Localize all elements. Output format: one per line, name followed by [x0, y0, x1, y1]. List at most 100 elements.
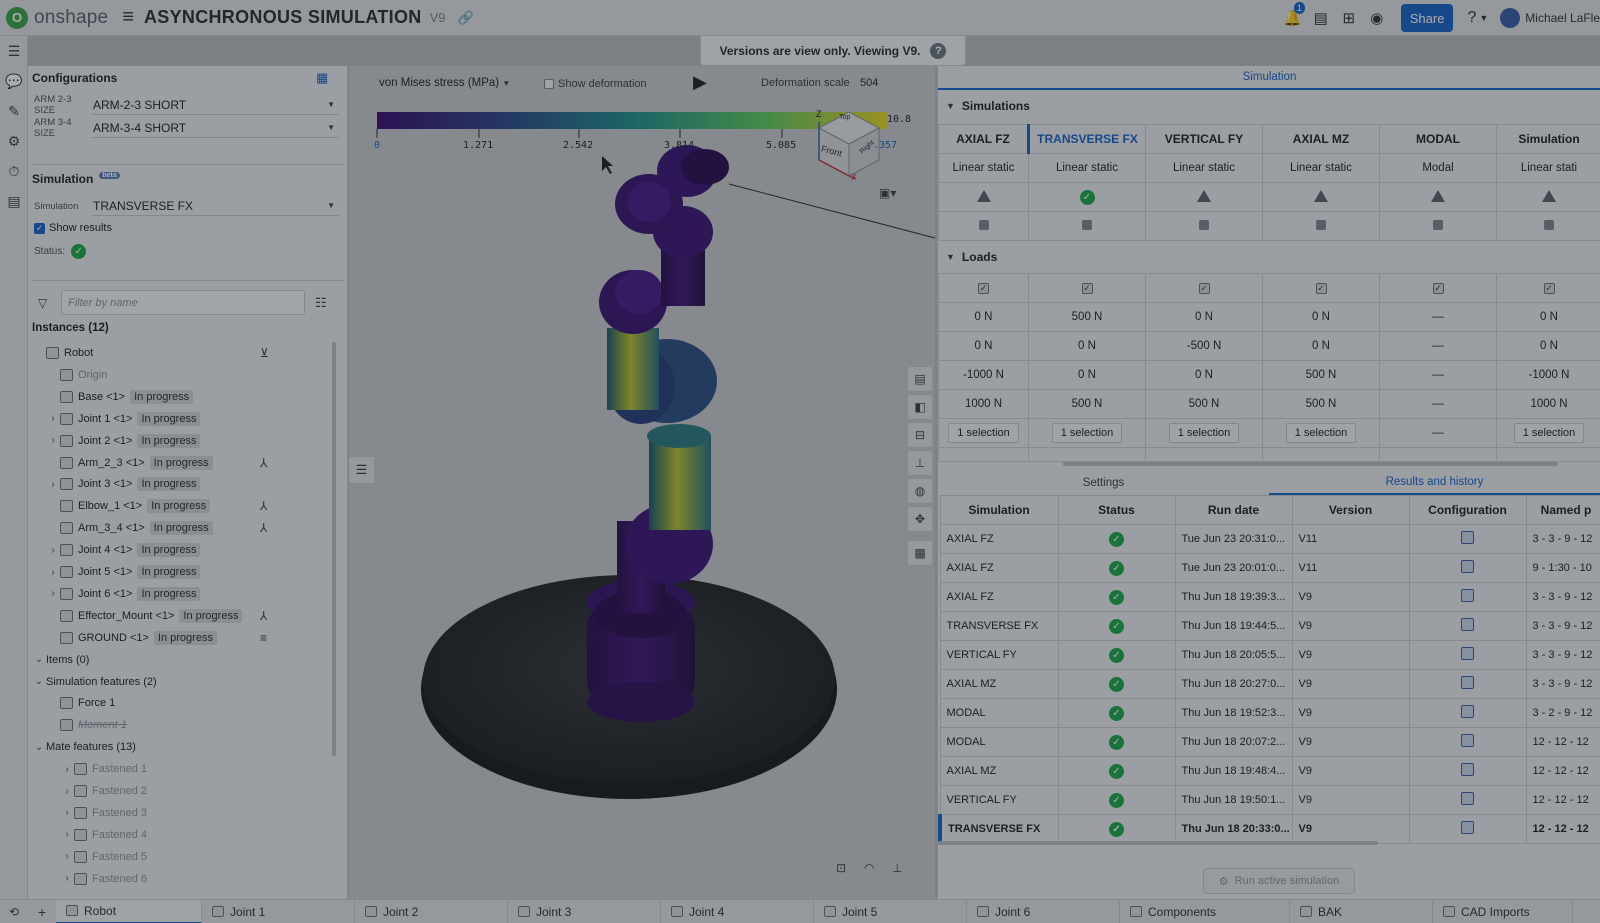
tree-row[interactable]: Robot ⊻ [28, 342, 328, 364]
version-history-icon[interactable]: ⟲ [0, 905, 28, 919]
app-store-icon[interactable]: ⊞ [1335, 9, 1363, 27]
load-enable-cell[interactable]: ✓ [938, 273, 1029, 303]
chevron-right-icon[interactable]: › [60, 786, 74, 797]
load-value-cell[interactable]: -1000 N [938, 360, 1029, 390]
tree-row[interactable]: GROUND <1> In progress ≡ [28, 627, 328, 649]
load-value-cell[interactable]: — [1379, 302, 1497, 332]
add-tab-icon[interactable]: + [28, 904, 56, 920]
document-version[interactable]: V9 [430, 10, 446, 25]
configuration-icon[interactable] [1461, 821, 1474, 834]
table-row[interactable]: MODAL ✓ Thu Jun 18 20:07:2... V9 12 - 12 - 1… [939, 727, 1600, 757]
tree-row[interactable]: ⌄ Mate features (13) [28, 736, 328, 758]
run-toggle-cell[interactable] [1379, 211, 1497, 241]
table-row[interactable]: AXIAL FZ ✓ Tue Jun 23 20:31:0... V11 3 - 3 -… [939, 524, 1600, 554]
load-value-cell[interactable]: — [1379, 389, 1497, 419]
load-value-cell[interactable]: — [1379, 331, 1497, 361]
help-chevron-down-icon[interactable]: ▼ [1479, 13, 1488, 23]
tree-row[interactable]: › Joint 3 <1> In progress [28, 473, 328, 495]
selection-cell[interactable]: 1 selection [1145, 418, 1263, 448]
simulation-column-header[interactable]: VERTICAL FY [1145, 124, 1263, 154]
help-icon[interactable]: ? [1467, 9, 1476, 27]
load-enable-cell[interactable]: ✓ [1496, 273, 1600, 303]
tree-row[interactable]: › Fastened 4 [28, 824, 328, 846]
run-toggle-cell[interactable] [1262, 211, 1380, 241]
units-icon[interactable]: ⊥ [892, 861, 902, 875]
tree-row[interactable]: › Fastened 1 [28, 758, 328, 780]
chevron-down-icon[interactable]: ⌄ [32, 742, 46, 753]
graphics-viewport[interactable]: von Mises stress (MPa) ▼ Show deformatio… [349, 66, 935, 899]
tree-row[interactable]: › Fastened 6 [28, 868, 328, 890]
load-value-cell[interactable]: — [1379, 360, 1497, 390]
tree-row[interactable]: Force 1 [28, 692, 328, 714]
horizontal-scrollbar[interactable] [938, 841, 1378, 845]
load-value-cell[interactable]: 0 N [1145, 360, 1263, 390]
tree-row[interactable]: › Fastened 5 [28, 846, 328, 868]
load-enable-cell[interactable]: ✓ [1145, 273, 1263, 303]
show-results-checkbox[interactable]: ✓ Show results [34, 222, 112, 234]
run-toggle-cell[interactable] [938, 211, 1029, 241]
simulation-column-header[interactable]: AXIAL FZ [938, 124, 1029, 154]
config-select-arm-2-3[interactable]: ARM-2-3 SHORT ▼ [91, 95, 339, 115]
table-row[interactable]: MODAL ✓ Thu Jun 18 19:52:3... V9 3 - 2 - 9 -… [939, 698, 1600, 728]
load-value-cell[interactable]: 0 N [1028, 360, 1146, 390]
table-row[interactable]: AXIAL FZ ✓ Thu Jun 18 19:39:3... V9 3 - 3 - … [939, 582, 1600, 612]
results-table-icon[interactable]: ▤ [907, 366, 933, 392]
configuration-icon[interactable] [1461, 734, 1474, 747]
load-value-cell[interactable]: 0 N [1145, 302, 1263, 332]
table-row[interactable]: VERTICAL FY ✓ Thu Jun 18 20:05:5... V9 3 - 3… [939, 640, 1600, 670]
simulation-column-header[interactable]: AXIAL MZ [1262, 124, 1380, 154]
chevron-right-icon[interactable]: › [60, 829, 74, 840]
load-value-cell[interactable]: 500 N [1262, 389, 1380, 419]
tree-row[interactable]: › Joint 1 <1> In progress [28, 408, 328, 430]
tree-row[interactable]: Arm_3_4 <1> In progress ⅄ [28, 517, 328, 539]
chevron-right-icon[interactable]: › [46, 435, 60, 446]
tree-row[interactable]: › Joint 5 <1> In progress [28, 561, 328, 583]
tree-row[interactable]: › Joint 2 <1> In progress [28, 430, 328, 452]
load-value-cell[interactable]: — [1379, 418, 1497, 448]
results-column-header[interactable]: Status [1057, 495, 1176, 525]
load-value-cell[interactable]: 500 N [1262, 360, 1380, 390]
load-value-cell[interactable]: 0 N [1028, 331, 1146, 361]
table-row[interactable]: TRANSVERSE FX ✓ Thu Jun 18 19:44:5... V9 3 -… [939, 611, 1600, 641]
table-row[interactable]: TRANSVERSE FX ✓ Thu Jun 18 20:33:0... V9 12 … [938, 814, 1600, 844]
view-cube-top-label[interactable]: Top [839, 114, 850, 121]
table-row[interactable]: VERTICAL FY ✓ Thu Jun 18 19:50:1... V9 12 - … [939, 785, 1600, 815]
render-mode-icon[interactable]: ◍ [907, 478, 933, 504]
tree-row[interactable]: › Fastened 2 [28, 780, 328, 802]
chevron-right-icon[interactable]: › [60, 807, 74, 818]
configuration-icon[interactable] [1461, 763, 1474, 776]
explode-icon[interactable]: ✥ [907, 506, 933, 532]
chevron-right-icon[interactable]: › [60, 764, 74, 775]
tree-row[interactable]: ⌄ Items (0) [28, 649, 328, 671]
document-title[interactable]: ASYNCHRONOUS SIMULATION [144, 7, 422, 28]
load-value-cell[interactable]: -500 N [1145, 331, 1263, 361]
user-menu[interactable]: Michael LaFle [1500, 8, 1600, 28]
chevron-right-icon[interactable]: › [46, 413, 60, 424]
load-value-cell[interactable]: -1000 N [1496, 360, 1600, 390]
run-toggle-cell[interactable] [1028, 211, 1146, 241]
tab-cad-imports[interactable]: CAD Imports [1433, 899, 1573, 923]
chevron-right-icon[interactable]: › [46, 588, 60, 599]
results-column-header[interactable]: Version [1291, 495, 1410, 525]
show-deformation-checkbox[interactable]: Show deformation [544, 78, 647, 90]
tab-simulation[interactable]: Simulation [938, 66, 1600, 90]
learning-center-icon[interactable]: ◉ [1363, 9, 1391, 27]
scrollbar[interactable] [332, 342, 336, 756]
tab-components[interactable]: Components [1120, 899, 1290, 923]
mass-properties-icon[interactable]: ◠ [864, 861, 874, 875]
tab-joint-3[interactable]: Joint 3 [508, 899, 661, 923]
configuration-icon[interactable] [1461, 589, 1474, 602]
tab-joint-2[interactable]: Joint 2 [355, 899, 508, 923]
configuration-icon[interactable] [1461, 676, 1474, 689]
load-value-cell[interactable]: 500 N [1145, 389, 1263, 419]
bill-of-materials-icon[interactable]: ▤ [0, 186, 28, 216]
play-animation-icon[interactable]: ▶ [693, 72, 707, 93]
tab-robot[interactable]: Robot [56, 899, 202, 923]
mesh-icon[interactable]: ⊟ [907, 422, 933, 448]
results-column-header[interactable]: Simulation [939, 495, 1059, 525]
results-column-header[interactable]: Run date [1174, 495, 1293, 525]
configuration-table-icon[interactable]: ▦ [316, 70, 328, 86]
measure-icon[interactable]: ⊡ [836, 861, 846, 875]
tab-results-and-history[interactable]: Results and history [1269, 471, 1600, 495]
section-view-icon[interactable]: ◧ [907, 394, 933, 420]
